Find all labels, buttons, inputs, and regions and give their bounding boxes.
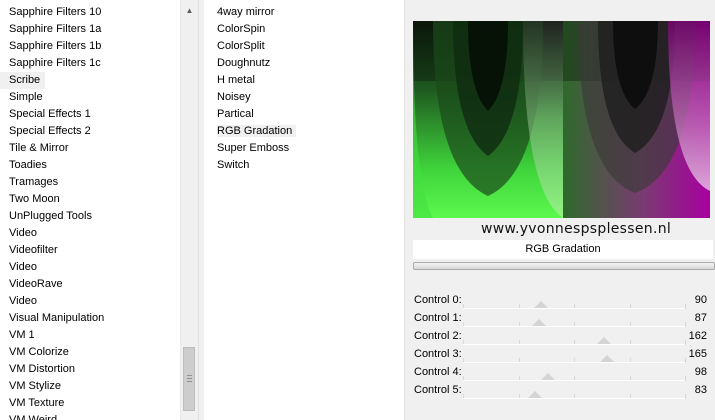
filter-item[interactable]: Noisey <box>204 89 404 106</box>
category-item[interactable]: Scribe <box>0 72 45 89</box>
control-row: Control 0: 90 <box>405 292 715 310</box>
category-item[interactable]: VM Stylize <box>0 378 180 395</box>
category-item[interactable]: VM Colorize <box>0 344 180 361</box>
category-item[interactable]: Videofilter <box>0 242 180 259</box>
filter-item-label: Partical <box>217 108 254 120</box>
category-item[interactable]: VM Weird <box>0 412 180 420</box>
filter-list: 4way mirror ColorSpin ColorSplit Doughnutz H… <box>204 4 404 174</box>
control-slider-track[interactable] <box>463 308 685 309</box>
control-row: Control 2: 162 <box>405 328 715 346</box>
category-item[interactable]: VideoRave <box>0 276 180 293</box>
control-slider-thumb[interactable] <box>534 301 549 308</box>
filter-item-label: RGB Gradation <box>217 125 297 137</box>
slider-tick <box>685 358 686 363</box>
filter-item-label: Super Emboss <box>217 142 290 154</box>
control-row: Control 4: 98 <box>405 364 715 382</box>
filter-item-label: ColorSplit <box>217 40 265 52</box>
control-slider-track[interactable] <box>463 398 685 399</box>
control-label: Control 0: <box>414 294 462 306</box>
filter-item-label: Noisey <box>217 91 251 103</box>
filter-item-label: Switch <box>217 159 250 171</box>
control-slider-track[interactable] <box>463 380 685 381</box>
control-slider-track[interactable] <box>463 344 685 345</box>
category-item[interactable]: Sapphire Filters 1b <box>0 38 180 55</box>
control-slider-thumb[interactable] <box>599 355 614 362</box>
filter-item[interactable]: RGB Gradation <box>204 123 404 140</box>
filter-list-panel: 4way mirror ColorSpin ColorSplit Doughnutz H… <box>204 0 404 420</box>
category-item[interactable]: Tramages <box>0 174 180 191</box>
category-item[interactable]: VM 1 <box>0 327 180 344</box>
control-slider-thumb[interactable] <box>528 391 543 398</box>
control-label: Control 3: <box>414 348 462 360</box>
category-item[interactable]: Toadies <box>0 157 180 174</box>
filter-item[interactable]: Doughnutz <box>204 55 404 72</box>
control-value[interactable]: 98 <box>695 366 707 378</box>
category-item[interactable]: Video <box>0 259 180 276</box>
category-list: Sapphire Filters 10 Sapphire Filters 1a Sa… <box>0 4 180 420</box>
slider-tick <box>685 340 686 345</box>
slider-tick <box>685 304 686 309</box>
slider-tick <box>685 322 686 327</box>
filter-item-label: Doughnutz <box>217 57 271 69</box>
filter-item-label: H metal <box>217 74 255 86</box>
control-value[interactable]: 83 <box>695 384 707 396</box>
slider-tick <box>685 394 686 399</box>
category-item[interactable]: Special Effects 1 <box>0 106 180 123</box>
category-item[interactable]: VM Texture <box>0 395 180 412</box>
control-row: Control 3: 165 <box>405 346 715 364</box>
category-item[interactable]: Two Moon <box>0 191 180 208</box>
slider-tick <box>685 376 686 381</box>
category-item[interactable]: Sapphire Filters 1a <box>0 21 180 38</box>
control-label: Control 4: <box>414 366 462 378</box>
control-slider-track[interactable] <box>463 362 685 363</box>
control-value[interactable]: 90 <box>695 294 707 306</box>
control-slider-track[interactable] <box>463 326 685 327</box>
filter-item[interactable]: 4way mirror <box>204 4 404 21</box>
filter-preview-panel: www.yvonnespsplessen.nl RGB Gradation Co… <box>404 0 715 420</box>
filter-item-label: ColorSpin <box>217 23 266 35</box>
filter-item[interactable]: ColorSpin <box>204 21 404 38</box>
control-slider-thumb[interactable] <box>531 319 546 326</box>
category-list-panel: Sapphire Filters 10 Sapphire Filters 1a Sa… <box>0 0 198 420</box>
filter-item-label: 4way mirror <box>217 6 275 18</box>
category-scrollbar[interactable]: ▲ <box>180 0 198 420</box>
control-label: Control 1: <box>414 312 462 324</box>
watermark-text: www.yvonnespsplessen.nl <box>481 221 672 237</box>
control-value[interactable]: 165 <box>689 348 707 360</box>
scroll-up-arrow-icon[interactable]: ▲ <box>181 2 198 19</box>
filter-item[interactable]: Partical <box>204 106 404 123</box>
category-item[interactable]: Sapphire Filters 10 <box>0 4 180 21</box>
filter-item[interactable]: ColorSplit <box>204 38 404 55</box>
category-item[interactable]: Tile & Mirror <box>0 140 180 157</box>
filter-item[interactable]: H metal <box>204 72 404 89</box>
control-row: Control 1: 87 <box>405 310 715 328</box>
control-row: Control 5: 83 <box>405 382 715 400</box>
preview-image <box>413 21 710 218</box>
category-item[interactable]: Video <box>0 225 180 242</box>
category-item[interactable]: Visual Manipulation <box>0 310 180 327</box>
category-item[interactable]: Special Effects 2 <box>0 123 180 140</box>
category-item[interactable]: Sapphire Filters 1c <box>0 55 180 72</box>
control-label: Control 2: <box>414 330 462 342</box>
progress-bar <box>413 262 715 270</box>
control-value[interactable]: 162 <box>689 330 707 342</box>
category-item[interactable]: Video <box>0 293 180 310</box>
control-label: Control 5: <box>414 384 462 396</box>
control-value[interactable]: 87 <box>695 312 707 324</box>
filter-title: RGB Gradation <box>413 240 713 259</box>
control-slider-thumb[interactable] <box>541 373 556 380</box>
scrollbar-thumb[interactable] <box>183 347 195 411</box>
category-item[interactable]: VM Distortion <box>0 361 180 378</box>
filter-item[interactable]: Switch <box>204 157 404 174</box>
control-slider-thumb[interactable] <box>597 337 612 344</box>
category-item[interactable]: Simple <box>0 89 180 106</box>
category-item[interactable]: UnPlugged Tools <box>0 208 180 225</box>
filter-item[interactable]: Super Emboss <box>204 140 404 157</box>
